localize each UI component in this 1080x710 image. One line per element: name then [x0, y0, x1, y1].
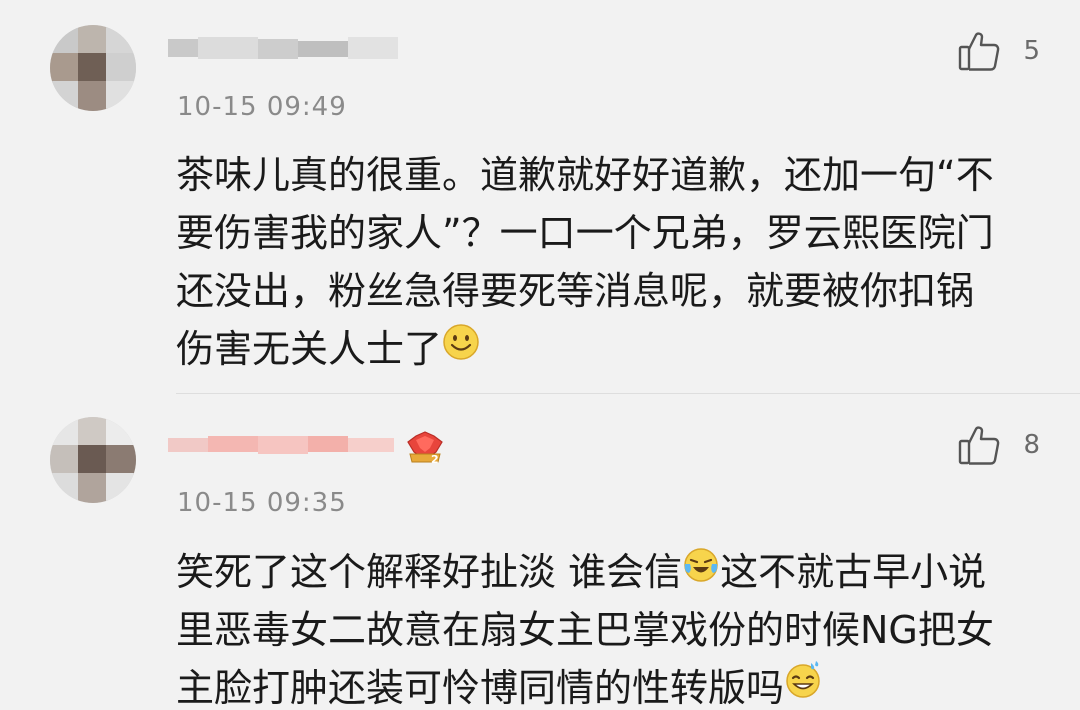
- username-redacted[interactable]: [168, 35, 398, 65]
- username-redacted[interactable]: [168, 430, 398, 460]
- comment-divider: [176, 393, 1080, 394]
- comment-body: 茶味儿真的很重。道歉就好好道歉，还加一句“不 要伤害我的家人”？一口一个兄弟，罗…: [176, 146, 1036, 378]
- comment-text: 伤害无关人士了: [176, 327, 443, 371]
- smile-emoji-icon: [442, 319, 480, 377]
- comment-text: 主脸打肿还装可怜博同情的性转版吗: [176, 666, 785, 710]
- comment-text-line: 要伤害我的家人”？一口一个兄弟，罗云熙医院门: [176, 211, 994, 255]
- comment-text-line: 里恶毒女二故意在扇女主巴掌戏份的时候NG把女: [176, 608, 994, 652]
- comment-item: 2 10-15 09:35 8 笑死了这个解释好扯淡 谁会信 这不就古早小说 里…: [0, 395, 1080, 710]
- like-count: 5: [1023, 36, 1040, 66]
- avatar[interactable]: [50, 417, 136, 503]
- avatar[interactable]: [50, 25, 136, 111]
- svg-text:2: 2: [431, 453, 439, 466]
- like-button[interactable]: 5: [957, 28, 1040, 74]
- comment-text: 笑死了这个解释好扯淡 谁会信: [176, 550, 683, 594]
- comment-timestamp: 10-15 09:49: [177, 92, 347, 122]
- comment-text-line: 笑死了这个解释好扯淡 谁会信 这不就古早小说: [176, 543, 1036, 601]
- comment-body: 笑死了这个解释好扯淡 谁会信 这不就古早小说 里恶毒女二故意在扇女主巴掌戏份的时…: [176, 543, 1036, 710]
- comment-text-line-last: 主脸打肿还装可怜博同情的性转版吗: [176, 659, 1036, 710]
- comment-timestamp: 10-15 09:35: [177, 488, 347, 518]
- comment-text-line: 还没出，粉丝急得要死等消息呢，就要被你扣锅: [176, 269, 975, 313]
- comment-text: 这不就古早小说: [720, 550, 987, 594]
- sweat-smile-emoji-icon: [784, 658, 824, 710]
- thumbs-up-icon[interactable]: [957, 424, 1001, 466]
- comment-text-line-last: 伤害无关人士了: [176, 320, 1036, 378]
- comment-text-line: 茶味儿真的很重。道歉就好好道歉，还加一句“不: [176, 153, 994, 197]
- laugh-cry-emoji-icon: [682, 542, 720, 600]
- like-button[interactable]: 8: [957, 422, 1040, 468]
- crown-badge-icon: 2: [404, 430, 446, 466]
- like-count: 8: [1023, 430, 1040, 460]
- comment-list: 10-15 09:49 5 茶味儿真的很重。道歉就好好道歉，还加一句“不 要伤害…: [0, 0, 1080, 710]
- thumbs-up-icon[interactable]: [957, 30, 1001, 72]
- comment-item: 10-15 09:49 5 茶味儿真的很重。道歉就好好道歉，还加一句“不 要伤害…: [0, 0, 1080, 395]
